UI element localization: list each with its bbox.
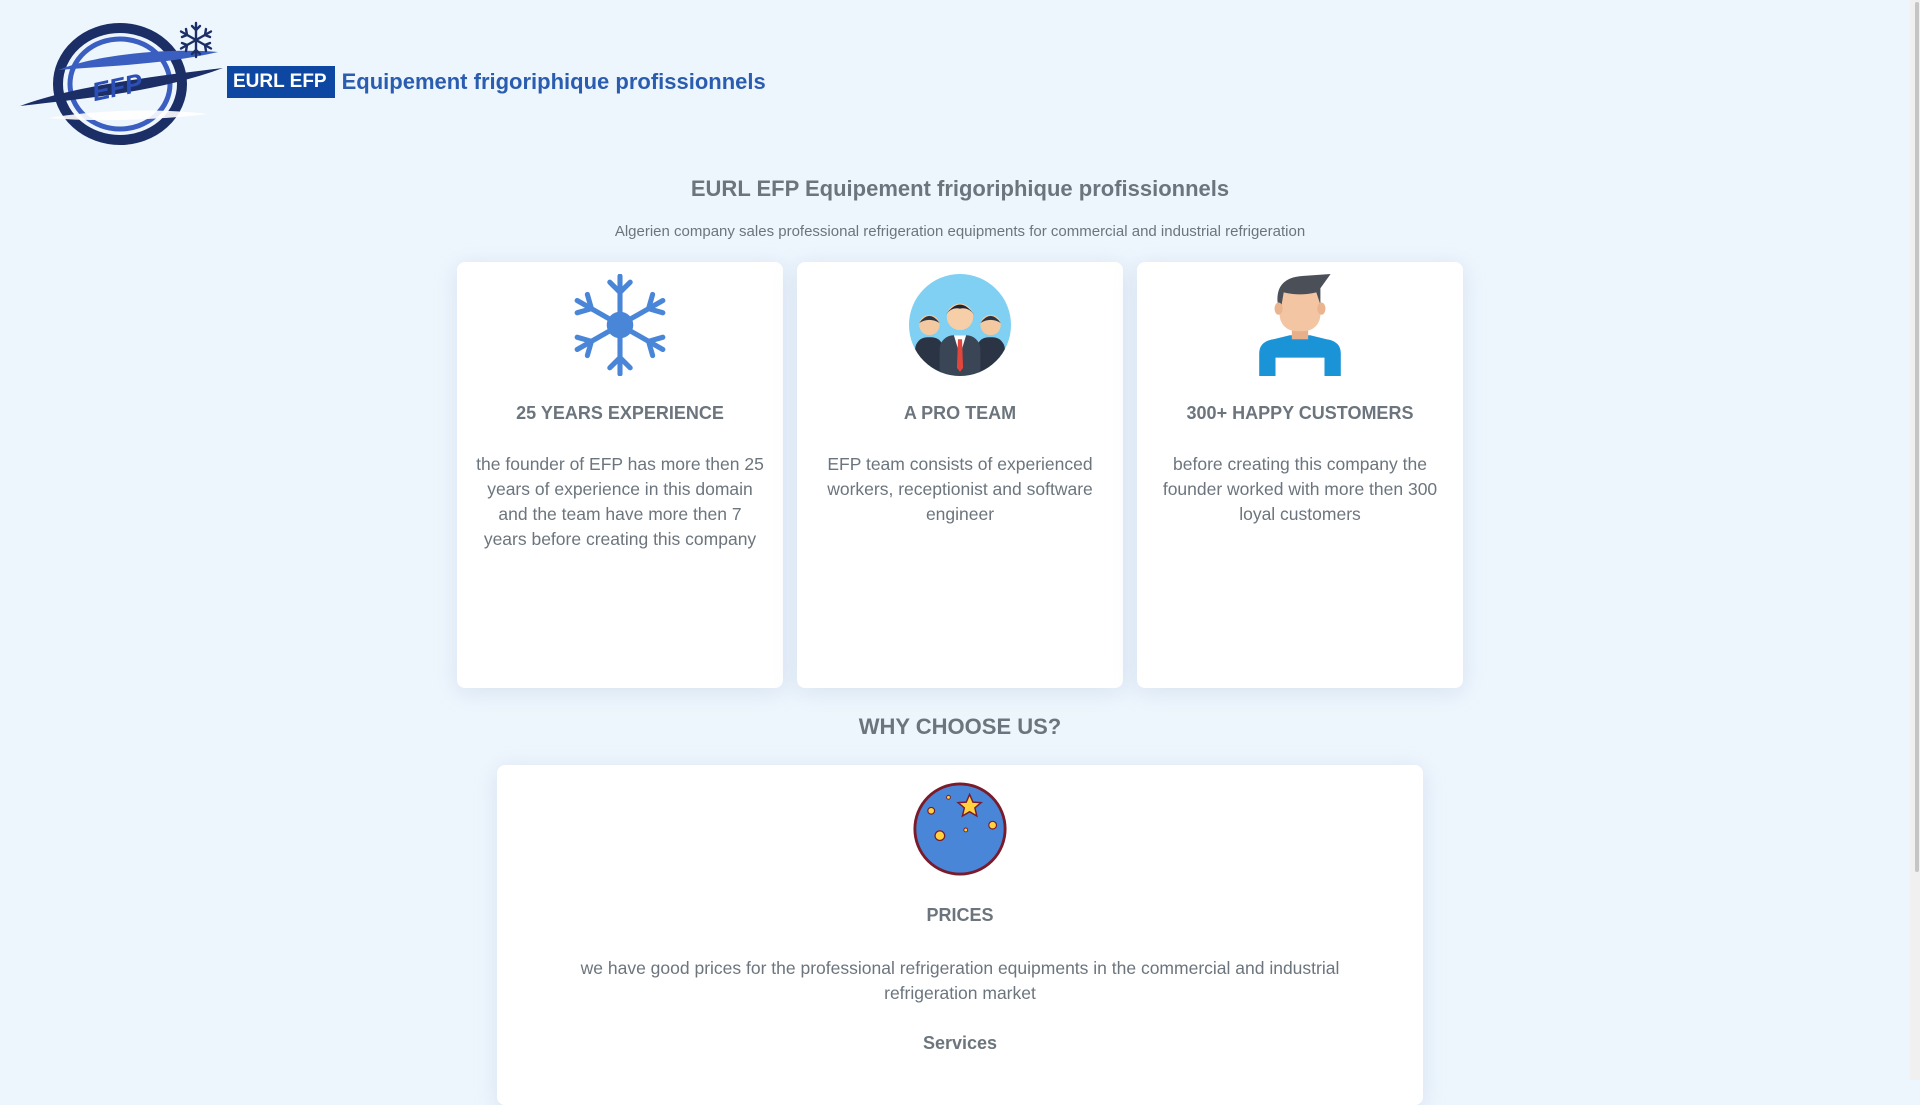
efp-logo[interactable]: EFP [18, 18, 223, 146]
hero-title: EURL EFP Equipement frigoriphique profis… [690, 176, 1230, 201]
globe-star-icon [913, 782, 1007, 876]
feature-title: 25 YEARS EXPERIENCE [516, 403, 724, 423]
why-choose-us-heading: WHY CHOOSE US? [858, 714, 1062, 739]
why-card: PRICES we have good prices for the profe… [497, 765, 1423, 1105]
feature-text: EFP team consists of experienced workers… [827, 454, 1093, 524]
scrollbar-thumb[interactable] [1915, 2, 1919, 872]
feature-card-experience: 25 YEARS EXPERIENCE the founder of EFP h… [457, 262, 783, 688]
feature-card-team: A PRO TEAM EFP team consists of experien… [797, 262, 1123, 688]
brand-title[interactable]: Equipement frigoriphique profissionnels [342, 69, 766, 95]
hero-subtitle: Algerien company sales professional refr… [614, 223, 1306, 240]
feature-card-customers: 300+ HAPPY CUSTOMERS before creating thi… [1137, 262, 1463, 688]
site-header: EFP EURL EFP Equipement frigoriphique pr… [18, 18, 766, 146]
feature-text: the founder of EFP has more then 25 year… [476, 454, 764, 549]
customer-icon [1259, 274, 1341, 376]
feature-title: 300+ HAPPY CUSTOMERS [1186, 403, 1414, 423]
brand[interactable]: EURL EFP Equipement frigoriphique profis… [227, 66, 766, 98]
why-item-title: PRICES [926, 905, 994, 925]
why-item-text: we have good prices for the professional… [580, 958, 1340, 1003]
team-icon [909, 274, 1011, 376]
feature-text: before creating this company the founder… [1162, 454, 1438, 524]
snowflake-icon [574, 274, 666, 376]
feature-title: A PRO TEAM [903, 403, 1017, 423]
brand-badge[interactable]: EURL EFP [227, 66, 335, 98]
feature-cards: 25 YEARS EXPERIENCE the founder of EFP h… [457, 262, 1463, 688]
svg-text:EFP: EFP [89, 67, 145, 107]
vertical-scrollbar[interactable] [1910, 0, 1920, 1080]
why-item-title-services: Services [922, 1033, 998, 1053]
